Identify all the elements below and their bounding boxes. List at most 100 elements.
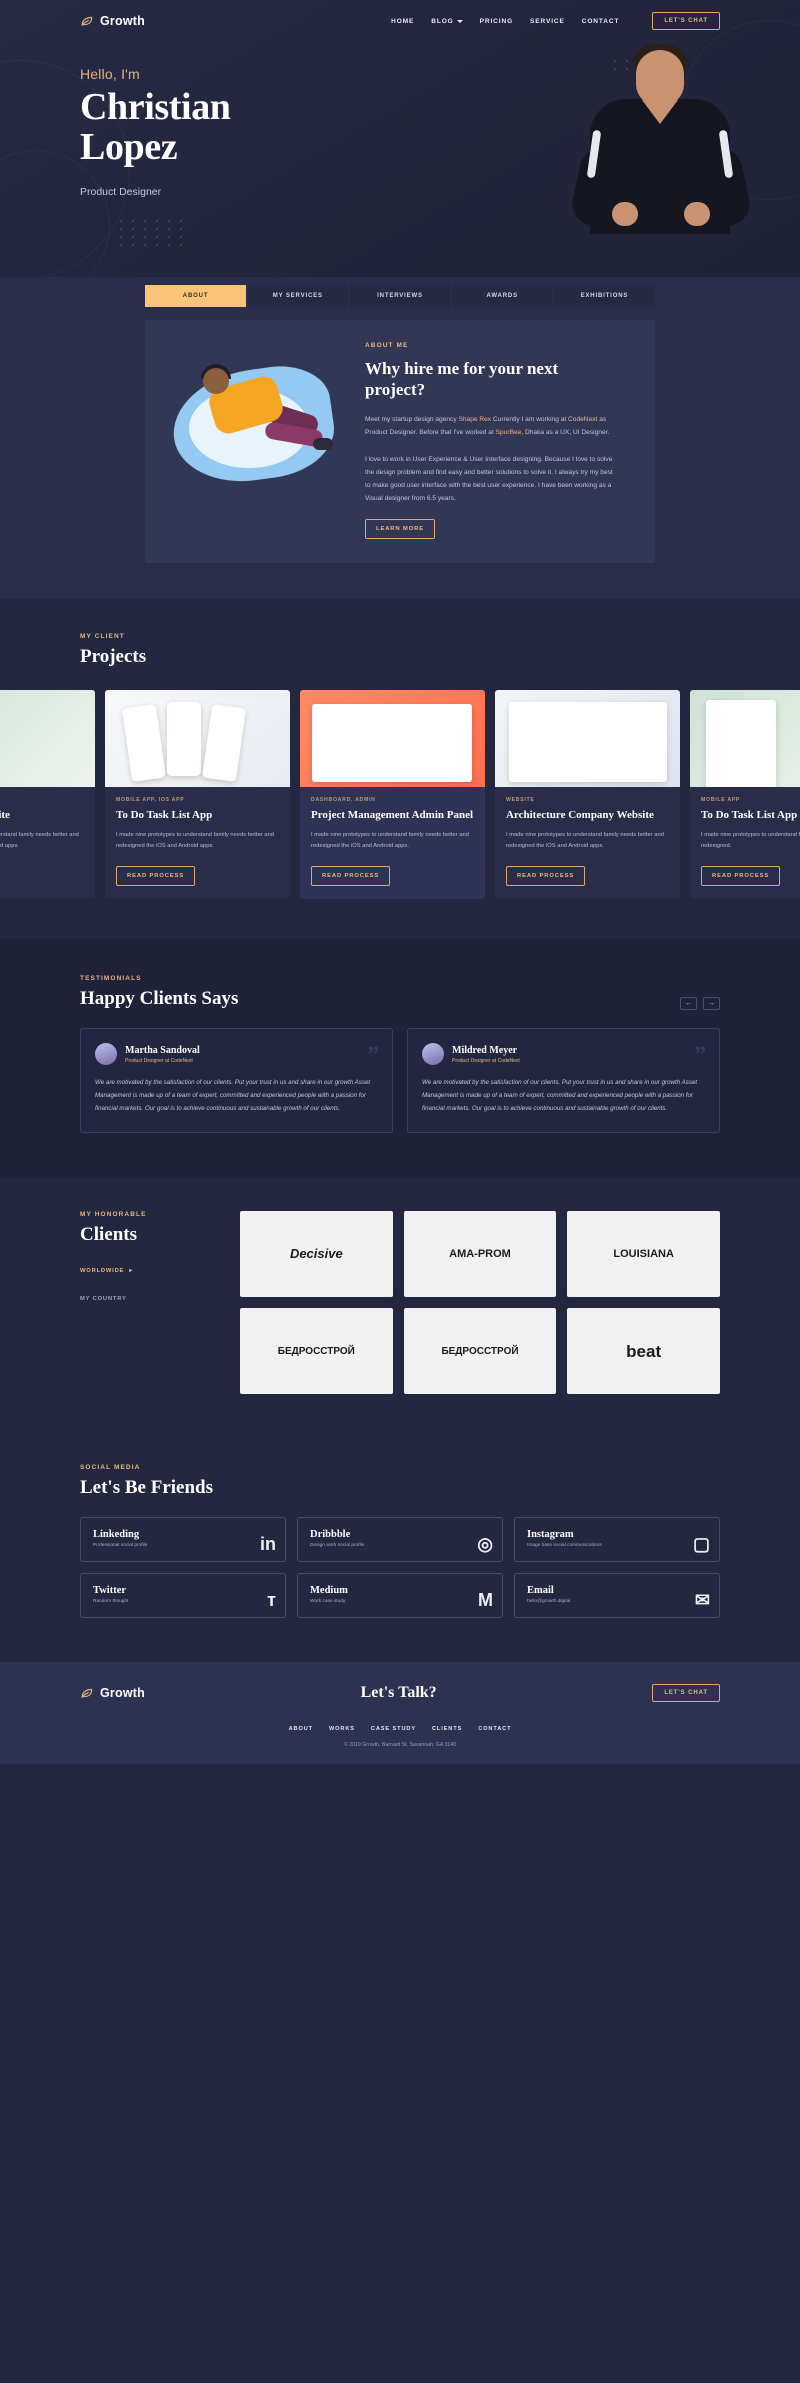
about-text: ABOUT ME Why hire me for your next proje… (365, 342, 620, 540)
project-card-featured[interactable]: DASHBOARD, ADMIN Project Management Admi… (300, 690, 485, 900)
brand-logo[interactable]: Growth (80, 14, 145, 28)
clients-logo-grid: Decisive AMA-PROM LOUISIANA БЕДРОССТРОЙ … (240, 1211, 720, 1395)
footer-link-contact[interactable]: CONTACT (478, 1726, 511, 1732)
social-inner: SOCIAL MEDIA Let's Be Friends Linkeding … (80, 1464, 720, 1619)
brand-name: Growth (100, 14, 145, 28)
client-logo-name: БЕДРОССТРОЙ (277, 1345, 355, 1357)
footer-brand-logo[interactable]: Growth (80, 1686, 145, 1700)
testimonials-grid: ” Martha Sandoval Product Designer at Co… (80, 1028, 720, 1134)
project-card[interactable]: WEBSITE Architecture Company Website I m… (495, 690, 680, 900)
footer-lets-chat-button[interactable]: LET'S CHAT (652, 1684, 720, 1703)
client-logo[interactable]: beat (567, 1308, 720, 1395)
nav-item-pricing[interactable]: PRICING (480, 18, 513, 25)
about-title: Why hire me for your next project? (365, 359, 559, 400)
project-title: To Do List Website (0, 809, 10, 822)
footer-links: ABOUT WORKS CASE STUDY CLIENTS CONTACT (80, 1726, 720, 1732)
arrow-left-icon[interactable]: ← (680, 997, 697, 1011)
filter-worldwide-label: WORLDWIDE (80, 1268, 125, 1275)
social-name: Medium (310, 1585, 348, 1597)
arrow-right-icon[interactable]: → (703, 997, 720, 1011)
project-title: To Do Task List App (701, 809, 798, 822)
tab-awards[interactable]: AWARDS (451, 285, 554, 307)
tab-my-services[interactable]: MY SERVICES (247, 285, 350, 307)
client-logo[interactable]: БЕДРОССТРОЙ (240, 1308, 393, 1395)
read-process-button[interactable]: READ PROCESS (506, 866, 586, 887)
project-thumbnail (300, 690, 485, 788)
testimonials-nav: ← → (680, 997, 720, 1011)
filter-worldwide[interactable]: WORLDWIDE ▸ (80, 1268, 240, 1274)
testimonial-name: Mildred Meyer (452, 1044, 518, 1056)
nav-item-service[interactable]: SERVICE (530, 18, 565, 25)
read-process-button[interactable]: READ PROCESS (701, 866, 781, 887)
client-logo-name: LOUISIANA (613, 1248, 674, 1261)
testimonials-inner: TESTIMONIALS Happy Clients Says ← → ” Ma… (80, 975, 720, 1134)
testimonial-role: Product Designer at CodeNext (452, 1057, 520, 1064)
testimonials-header: TESTIMONIALS Happy Clients Says ← → (80, 975, 720, 1011)
footer-inner: Growth Let's Talk? LET'S CHAT ABOUT WORK… (80, 1684, 720, 1748)
footer-link-clients[interactable]: CLIENTS (432, 1726, 462, 1732)
tab-interviews[interactable]: INTERVIEWS (349, 285, 452, 307)
client-logo-name: beat (626, 1341, 662, 1361)
footer-link-case-study[interactable]: CASE STUDY (371, 1726, 416, 1732)
about-paragraph-1: Meet my startup design agency Shape Rex … (365, 413, 614, 439)
project-card[interactable]: WEBSITE To Do List Website I made nine p… (0, 690, 95, 900)
project-card[interactable]: MOBILE APP, IOS APP To Do Task List App … (105, 690, 290, 900)
read-process-button[interactable]: READ PROCESS (311, 866, 391, 887)
nav-item-blog[interactable]: BLOG (431, 18, 463, 25)
linkedin-icon: in (260, 1534, 276, 1555)
social-card-twitter[interactable]: Twitter Random thought ᴛ (80, 1573, 286, 1619)
hero-text: Hello, I'm Christian Lopez Product Desig… (80, 66, 380, 198)
link-codenext[interactable]: CodeNext (568, 416, 597, 423)
social-name: Dribbble (310, 1529, 351, 1541)
about-p1-b: Currently I am working at (491, 416, 569, 424)
project-card[interactable]: MOBILE APP To Do Task List App I made ni… (690, 690, 800, 900)
footer-link-works[interactable]: WORKS (329, 1726, 355, 1732)
project-title: To Do Task List App (116, 809, 213, 822)
chevron-down-icon (456, 19, 463, 23)
link-spurbee[interactable]: SpurBee (496, 429, 522, 436)
instagram-icon: ▢ (692, 1534, 710, 1555)
project-description: I made nine prototypes to understand fam… (0, 831, 79, 849)
clients-kicker: MY HONORABLE (80, 1211, 147, 1219)
footer-brand-name: Growth (100, 1686, 145, 1701)
client-logo[interactable]: Decisive (240, 1211, 393, 1298)
nav-item-contact[interactable]: CONTACT (582, 18, 620, 25)
leaf-icon (80, 1686, 94, 1700)
client-logo[interactable]: LOUISIANA (567, 1211, 720, 1298)
footer-top: Growth Let's Talk? LET'S CHAT (80, 1684, 720, 1703)
twitter-icon: ᴛ (267, 1590, 276, 1611)
testimonial-name: Martha Sandoval (125, 1044, 200, 1056)
social-card-medium[interactable]: Medium Work case study M (297, 1573, 503, 1619)
learn-more-button[interactable]: LEARN MORE (365, 519, 435, 540)
client-logo[interactable]: БЕДРОССТРОЙ (403, 1308, 557, 1395)
hero-last-name: Lopez (80, 126, 178, 169)
social-card-linkedin[interactable]: Linkeding Professional social profile in (80, 1517, 286, 1563)
tab-about[interactable]: ABOUT (145, 285, 248, 307)
social-name: Linkeding (93, 1529, 140, 1541)
projects-kicker: MY CLIENT (80, 633, 125, 641)
client-logo[interactable]: AMA-PROM (403, 1211, 557, 1298)
project-description: I made nine prototypes to understand fam… (701, 831, 800, 849)
nav-item-home[interactable]: HOME (391, 18, 414, 25)
lets-chat-button[interactable]: LET'S CHAT (652, 12, 720, 30)
social-kicker: SOCIAL MEDIA (80, 1464, 141, 1472)
hero-greeting: Hello, I'm (80, 66, 140, 82)
hero-role: Product Designer (80, 185, 162, 198)
read-process-button[interactable]: READ PROCESS (116, 866, 196, 887)
social-name: Instagram (527, 1529, 574, 1541)
projects-carousel[interactable]: WEBSITE To Do List Website I made nine p… (0, 690, 800, 900)
social-sub: hello@growth.digital (527, 1599, 571, 1605)
social-sub: Work case study (310, 1599, 346, 1605)
social-card-instagram[interactable]: Instagram Image base social communicatio… (514, 1517, 720, 1563)
footer-link-about[interactable]: ABOUT (289, 1726, 313, 1732)
tab-exhibitions[interactable]: EXHIBITIONS (553, 285, 656, 307)
about-tabs: ABOUT MY SERVICES INTERVIEWS AWARDS EXHI… (145, 277, 656, 307)
social-card-email[interactable]: Email hello@growth.digital ✉ (514, 1573, 720, 1619)
social-card-dribbble[interactable]: Dribbble Design work social profile ◎ (297, 1517, 503, 1563)
project-description: I made nine prototypes to understand fam… (116, 831, 274, 849)
chevron-right-icon: ▸ (129, 1268, 133, 1275)
client-logo-name: Decisive (289, 1245, 343, 1261)
link-shape-rex[interactable]: Shape Rex (458, 416, 491, 423)
hero-first-name: Christian (80, 86, 231, 128)
filter-my-country[interactable]: MY COUNTRY (80, 1296, 240, 1302)
